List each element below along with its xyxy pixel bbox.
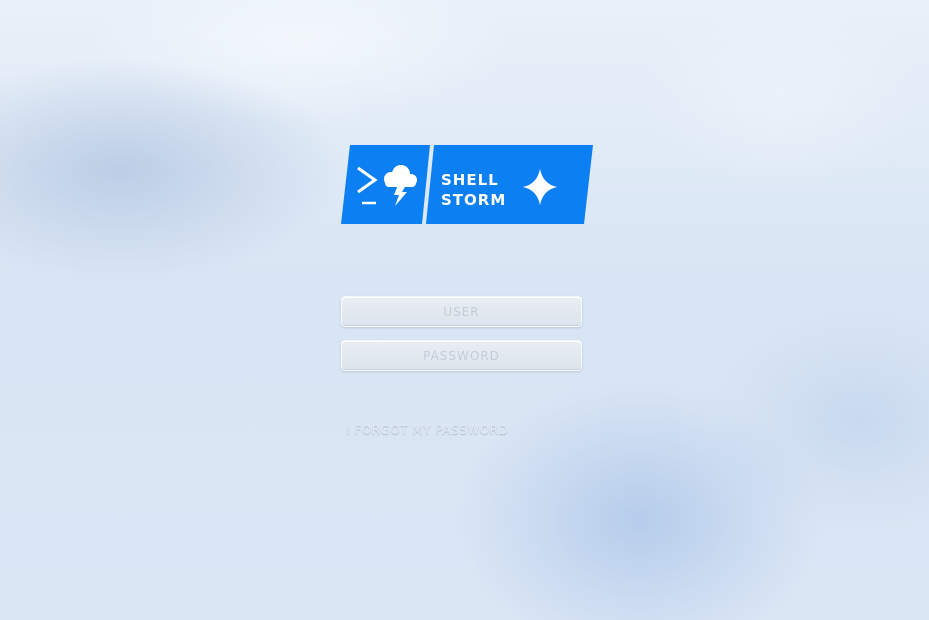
user-field[interactable] bbox=[341, 296, 582, 327]
logo-text-shell: SHELL bbox=[441, 171, 499, 189]
user-input[interactable] bbox=[342, 297, 581, 326]
password-field[interactable] bbox=[341, 340, 582, 371]
shell-storm-logo: SHELL STORM bbox=[340, 144, 594, 226]
password-input[interactable] bbox=[342, 341, 581, 370]
forgot-password-link[interactable]: I FORGOT MY PASSWORD bbox=[346, 423, 582, 437]
logo-text-storm: STORM bbox=[441, 191, 507, 209]
